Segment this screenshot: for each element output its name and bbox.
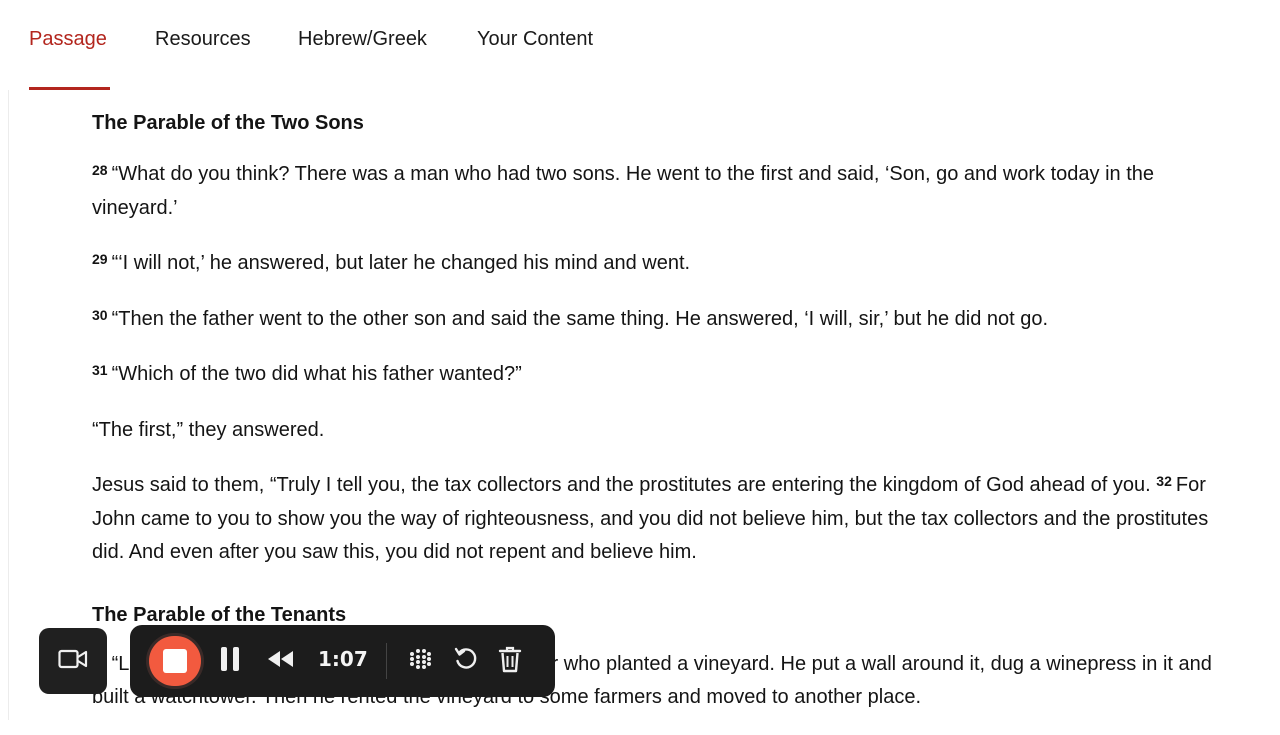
tab-your-content[interactable]: Your Content [477, 28, 593, 51]
verse-number: 29 [92, 251, 108, 267]
recording-toolbar: 1:07 [130, 625, 555, 697]
camera-icon [58, 648, 88, 675]
verse-30: 30 “Then the father went to the other son… [92, 303, 1212, 337]
rewind-button[interactable] [264, 647, 296, 675]
verse-text: Jesus said to them, “Truly I tell you, t… [92, 474, 1151, 496]
verse-29: 29 “‘I will not,’ he answered, but later … [92, 247, 1212, 281]
toolbar-divider [386, 643, 387, 679]
grid-dots-icon [407, 646, 433, 677]
pause-button[interactable] [216, 646, 244, 677]
recording-timer: 1:07 [318, 647, 368, 671]
rewind-icon [265, 649, 295, 674]
tab-bar: Passage Resources Hebrew/Greek Your Cont… [0, 0, 1280, 90]
pause-icon [218, 646, 242, 677]
verse-31-32: Jesus said to them, “Truly I tell you, t… [92, 469, 1212, 570]
verse-text: “Then the father went to the other son a… [111, 307, 1049, 330]
verse-text: “What do you think? There was a man who … [92, 163, 1155, 219]
verse-number: 32 [1156, 473, 1172, 489]
restart-icon [453, 646, 479, 677]
draw-tools-button[interactable] [406, 647, 434, 675]
tab-passage[interactable]: Passage [29, 28, 107, 51]
verse-number: 28 [92, 162, 108, 178]
stop-recording-button[interactable] [149, 636, 201, 686]
tab-hebrew-greek[interactable]: Hebrew/Greek [298, 28, 427, 51]
delete-recording-button[interactable] [496, 645, 524, 678]
trash-icon [498, 645, 522, 678]
stop-icon [163, 649, 187, 673]
camera-toggle-button[interactable] [39, 628, 107, 694]
verse-number: 31 [92, 362, 108, 378]
section-heading: The Parable of the Two Sons [92, 112, 364, 134]
answer-line: “The first,” they answered. [92, 418, 325, 441]
tab-resources[interactable]: Resources [155, 28, 251, 51]
verse-text: “‘I will not,’ he answered, but later he… [111, 252, 691, 274]
verse-28: 28 “What do you think? There was a man wh… [92, 158, 1212, 225]
verse-text: “Which of the two did what his father wa… [111, 363, 522, 385]
verse-31: 31 “Which of the two did what his father … [92, 358, 1212, 392]
verse-number: 30 [92, 306, 108, 323]
restart-button[interactable] [452, 647, 480, 675]
